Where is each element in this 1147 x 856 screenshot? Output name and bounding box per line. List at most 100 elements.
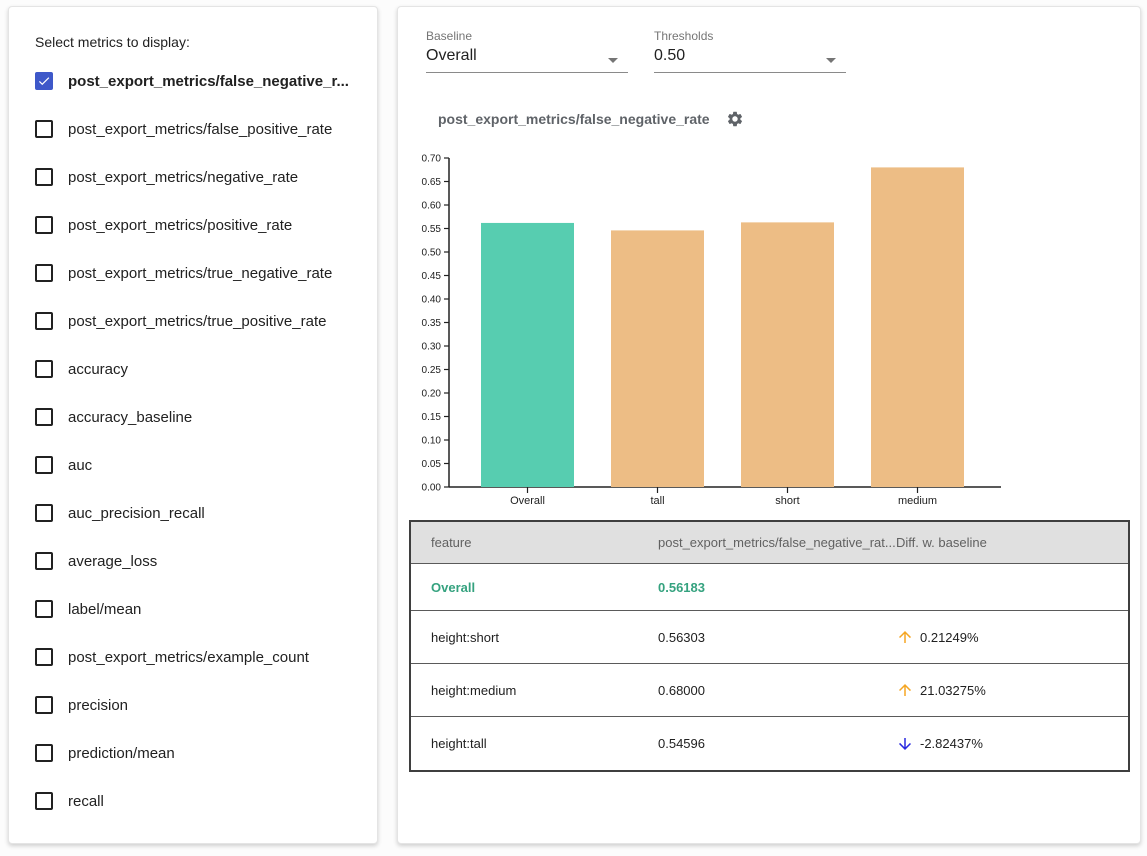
metric-checkbox-item[interactable]: post_export_metrics/true_negative_rate <box>35 249 369 297</box>
metric-list: post_export_metrics/false_negative_r...p… <box>35 57 369 825</box>
unchecked-checkbox-icon[interactable] <box>35 408 53 426</box>
metric-checkbox-item[interactable]: post_export_metrics/true_positive_rate <box>35 297 369 345</box>
chevron-down-icon <box>826 58 836 63</box>
metric-item-label: post_export_metrics/positive_rate <box>68 217 292 234</box>
svg-text:0.10: 0.10 <box>422 436 442 447</box>
unchecked-checkbox-icon[interactable] <box>35 264 53 282</box>
unchecked-checkbox-icon[interactable] <box>35 360 53 378</box>
metric-item-label: recall <box>68 793 104 810</box>
unchecked-checkbox-icon[interactable] <box>35 216 53 234</box>
diff-value: -2.82437% <box>920 736 983 751</box>
unchecked-checkbox-icon[interactable] <box>35 312 53 330</box>
svg-text:0.15: 0.15 <box>422 412 442 423</box>
metric-checkbox-item[interactable]: accuracy_baseline <box>35 393 369 441</box>
unchecked-checkbox-icon[interactable] <box>35 648 53 666</box>
svg-text:short: short <box>775 495 799 507</box>
svg-text:0.40: 0.40 <box>422 295 442 306</box>
metric-item-label: prediction/mean <box>68 745 175 762</box>
thresholds-select[interactable]: Thresholds 0.50 <box>654 29 846 73</box>
gear-icon[interactable] <box>726 110 744 128</box>
thresholds-select-value: 0.50 <box>654 47 846 73</box>
arrow-up-icon <box>896 681 914 699</box>
feature-cell: height:medium <box>431 683 658 698</box>
svg-text:0.60: 0.60 <box>422 201 442 212</box>
unchecked-checkbox-icon[interactable] <box>35 552 53 570</box>
chart-title: post_export_metrics/false_negative_rate <box>438 111 710 127</box>
metric-value-cell: 0.56303 <box>658 630 896 645</box>
svg-text:0.55: 0.55 <box>422 224 442 235</box>
metric-select-panel: Select metrics to display: post_export_m… <box>8 6 378 844</box>
metric-item-label: post_export_metrics/false_negative_r... <box>68 73 349 90</box>
metric-item-label: post_export_metrics/true_positive_rate <box>68 313 326 330</box>
table-row: Overall0.56183 <box>411 564 1128 611</box>
baseline-select-value: Overall <box>426 47 628 73</box>
svg-text:0.35: 0.35 <box>422 318 442 329</box>
metric-checkbox-item[interactable]: label/mean <box>35 585 369 633</box>
checked-checkbox-icon[interactable] <box>35 72 53 90</box>
bar-chart: 0.000.050.100.150.200.250.300.350.400.45… <box>411 151 1031 513</box>
metric-item-label: precision <box>68 697 128 714</box>
column-header-metric: post_export_metrics/false_negative_rat..… <box>658 535 896 550</box>
svg-text:0.70: 0.70 <box>422 154 442 165</box>
unchecked-checkbox-icon[interactable] <box>35 120 53 138</box>
metric-checkbox-item[interactable]: post_export_metrics/positive_rate <box>35 201 369 249</box>
metric-item-label: average_loss <box>68 553 157 570</box>
metric-item-label: accuracy <box>68 361 128 378</box>
sidebar-title: Select metrics to display: <box>35 34 190 50</box>
column-header-diff: Diff. w. baseline <box>896 535 1128 550</box>
baseline-select-label: Baseline <box>426 29 628 43</box>
baseline-select[interactable]: Baseline Overall <box>426 29 628 73</box>
metric-table: feature post_export_metrics/false_negati… <box>409 520 1130 772</box>
metric-item-label: auc_precision_recall <box>68 505 205 522</box>
metric-item-label: post_export_metrics/false_positive_rate <box>68 121 332 138</box>
metric-checkbox-item[interactable]: precision <box>35 681 369 729</box>
feature-cell: Overall <box>431 580 658 595</box>
metric-checkbox-item[interactable]: auc_precision_recall <box>35 489 369 537</box>
metric-checkbox-item[interactable]: recall <box>35 777 369 825</box>
diff-cell: 21.03275% <box>896 681 1128 699</box>
unchecked-checkbox-icon[interactable] <box>35 792 53 810</box>
unchecked-checkbox-icon[interactable] <box>35 456 53 474</box>
unchecked-checkbox-icon[interactable] <box>35 600 53 618</box>
metric-checkbox-item[interactable]: post_export_metrics/false_negative_r... <box>35 57 369 105</box>
svg-text:0.25: 0.25 <box>422 365 442 376</box>
svg-text:medium: medium <box>898 495 937 507</box>
metric-checkbox-item[interactable]: accuracy <box>35 345 369 393</box>
svg-text:Overall: Overall <box>510 495 545 507</box>
metric-item-label: label/mean <box>68 601 141 618</box>
svg-text:tall: tall <box>650 495 664 507</box>
svg-text:0.30: 0.30 <box>422 342 442 353</box>
unchecked-checkbox-icon[interactable] <box>35 744 53 762</box>
fairness-indicators-page: Select metrics to display: post_export_m… <box>0 0 1147 856</box>
arrow-up-icon <box>896 628 914 646</box>
unchecked-checkbox-icon[interactable] <box>35 696 53 714</box>
table-header-row: feature post_export_metrics/false_negati… <box>411 522 1128 564</box>
metric-checkbox-item[interactable]: prediction/mean <box>35 729 369 777</box>
metric-item-label: auc <box>68 457 92 474</box>
metric-checkbox-item[interactable]: average_loss <box>35 537 369 585</box>
metric-item-label: post_export_metrics/negative_rate <box>68 169 298 186</box>
metric-checkbox-item[interactable]: auc <box>35 441 369 489</box>
metric-item-label: post_export_metrics/true_negative_rate <box>68 265 332 282</box>
thresholds-select-label: Thresholds <box>654 29 846 43</box>
metric-checkbox-item[interactable]: post_export_metrics/negative_rate <box>35 153 369 201</box>
metric-value-cell: 0.56183 <box>658 580 896 595</box>
svg-text:0.00: 0.00 <box>422 483 442 494</box>
metric-checkbox-item[interactable]: post_export_metrics/example_count <box>35 633 369 681</box>
metric-item-label: accuracy_baseline <box>68 409 192 426</box>
chevron-down-icon <box>608 58 618 63</box>
table-row: height:tall0.54596-2.82437% <box>411 717 1128 770</box>
table-row: height:short0.56303 0.21249% <box>411 611 1128 664</box>
svg-text:0.65: 0.65 <box>422 177 442 188</box>
metric-value-cell: 0.54596 <box>658 736 896 751</box>
feature-cell: height:short <box>431 630 658 645</box>
chart-header: post_export_metrics/false_negative_rate <box>438 110 744 128</box>
column-header-feature: feature <box>431 535 658 550</box>
table-row: height:medium0.6800021.03275% <box>411 664 1128 717</box>
unchecked-checkbox-icon[interactable] <box>35 168 53 186</box>
unchecked-checkbox-icon[interactable] <box>35 504 53 522</box>
metric-item-label: post_export_metrics/example_count <box>68 649 309 666</box>
svg-text:0.05: 0.05 <box>422 459 442 470</box>
metric-checkbox-item[interactable]: post_export_metrics/false_positive_rate <box>35 105 369 153</box>
diff-value: 0.21249% <box>920 630 979 645</box>
